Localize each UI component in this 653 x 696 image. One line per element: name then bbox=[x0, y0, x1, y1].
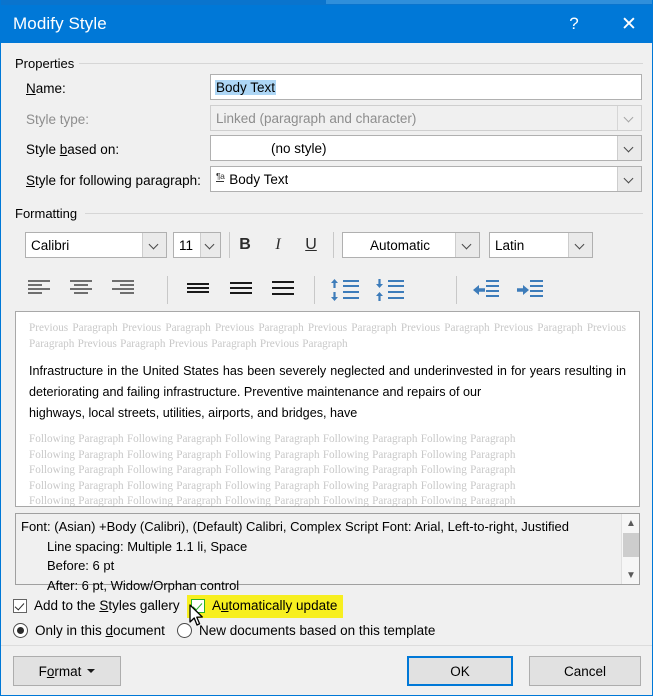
font-family-chevron-down-icon[interactable] bbox=[142, 233, 166, 257]
font-size-dropdown[interactable]: 11 bbox=[173, 232, 221, 258]
only-this-document-radio[interactable]: Only in this document bbox=[13, 623, 165, 638]
format-button-label: Format bbox=[38, 663, 82, 679]
radio-icon[interactable] bbox=[13, 623, 28, 638]
style-following-chevron-down-icon[interactable] bbox=[617, 167, 641, 191]
style-type-chevron-down-icon bbox=[617, 106, 641, 130]
style-based-on-label: Style based on: bbox=[26, 142, 120, 157]
style-type-label: Style type: bbox=[26, 112, 90, 127]
style-based-on-dropdown[interactable]: (no style) bbox=[210, 135, 642, 161]
only-this-document-label: Only in this document bbox=[35, 623, 165, 638]
style-based-on-chevron-down-icon[interactable] bbox=[617, 136, 641, 160]
toolbar-divider-2 bbox=[333, 232, 334, 258]
italic-button[interactable]: I bbox=[264, 232, 292, 258]
increase-line-spacing-icon[interactable] bbox=[329, 279, 359, 301]
desc-line-2: Line spacing: Multiple 1.1 li, Space bbox=[47, 538, 248, 554]
preview-following-paragraph-line: Following Paragraph Following Paragraph … bbox=[29, 495, 516, 507]
style-type-dropdown: Linked (paragraph and character) bbox=[210, 105, 642, 131]
mouse-cursor bbox=[189, 604, 203, 626]
add-to-gallery-checkbox[interactable]: Add to the Styles gallery bbox=[13, 598, 180, 613]
formatting-group-label: Formatting bbox=[11, 206, 82, 221]
preview-following-paragraph-line: Following Paragraph Following Paragraph … bbox=[29, 433, 516, 445]
justify-low-icon[interactable] bbox=[187, 283, 209, 301]
add-to-gallery-label: Add to the Styles gallery bbox=[34, 598, 180, 613]
help-icon[interactable]: ? bbox=[551, 5, 597, 43]
justify-high-icon[interactable] bbox=[272, 281, 294, 299]
close-icon[interactable]: ✕ bbox=[606, 5, 652, 43]
bold-button[interactable]: B bbox=[231, 232, 259, 258]
style-following-label: Style for following paragraph: bbox=[26, 173, 201, 188]
preview-sample-text: Infrastructure in the United States has … bbox=[29, 364, 626, 399]
auto-update-label: Automatically update bbox=[212, 598, 338, 613]
chevron-up-icon[interactable]: ▲ bbox=[622, 514, 640, 532]
toolbar-divider-1 bbox=[229, 232, 230, 258]
formatting-group-divider bbox=[85, 213, 643, 214]
underline-button[interactable]: U bbox=[297, 232, 325, 258]
style-following-value: Body Text bbox=[229, 171, 289, 187]
font-size-chevron-down-icon[interactable] bbox=[200, 233, 220, 257]
preview-following-paragraph-line: Following Paragraph Following Paragraph … bbox=[29, 464, 516, 476]
desc-line-4: After: 6 pt, Widow/Orphan control bbox=[47, 577, 240, 593]
preview-following-paragraph-line: Following Paragraph Following Paragraph … bbox=[29, 479, 516, 492]
properties-group-divider bbox=[79, 63, 643, 64]
preview-sample-paragraph: Infrastructure in the United States has … bbox=[29, 361, 626, 424]
properties-group-label: Properties bbox=[11, 56, 79, 71]
chevron-down-icon[interactable]: ▼ bbox=[622, 566, 640, 584]
style-following-dropdown[interactable]: ¶a Body Text bbox=[210, 166, 642, 192]
style-type-value: Linked (paragraph and character) bbox=[216, 110, 417, 126]
style-based-on-value: (no style) bbox=[271, 140, 327, 156]
paragraph-character-style-icon: ¶a bbox=[216, 170, 225, 182]
checkbox-icon[interactable] bbox=[13, 598, 27, 613]
align-center-icon[interactable] bbox=[70, 280, 92, 298]
bottom-bar-divider bbox=[1, 645, 652, 646]
ok-button[interactable]: OK bbox=[407, 656, 513, 686]
description-scrollbar[interactable]: ▲ ▼ bbox=[621, 514, 639, 584]
increase-indent-icon[interactable] bbox=[517, 280, 543, 300]
cancel-button[interactable]: Cancel bbox=[529, 656, 641, 686]
preview-previous-paragraph: Previous Paragraph Previous Paragraph Pr… bbox=[29, 322, 626, 350]
preview-sample-text-lastline: highways, local streets, utilities, airp… bbox=[29, 406, 358, 420]
toolbar-divider-4 bbox=[314, 276, 315, 304]
script-dropdown[interactable]: Latin bbox=[489, 232, 593, 258]
dialog-title: Modify Style bbox=[13, 14, 107, 33]
style-description-text: Font: (Asian) +Body (Calibri), (Default)… bbox=[21, 517, 615, 595]
font-color-chevron-down-icon[interactable] bbox=[455, 233, 479, 257]
new-documents-radio[interactable]: New documents based on this template bbox=[177, 623, 435, 638]
desc-line-1: Font: (Asian) +Body (Calibri), (Default)… bbox=[21, 519, 569, 534]
chevron-down-icon bbox=[87, 669, 96, 673]
font-size-value: 11 bbox=[179, 237, 194, 253]
font-color-dropdown[interactable]: Automatic bbox=[342, 232, 480, 258]
name-input-value: Body Text bbox=[215, 79, 277, 95]
decrease-line-spacing-icon[interactable] bbox=[374, 279, 404, 301]
script-chevron-down-icon[interactable] bbox=[568, 233, 592, 257]
format-button[interactable]: Format bbox=[13, 656, 121, 686]
preview-following-paragraphs: Following Paragraph Following Paragraph … bbox=[29, 432, 626, 507]
align-right-icon[interactable] bbox=[112, 280, 134, 298]
toolbar-divider-3 bbox=[167, 276, 168, 304]
toolbar-divider-5 bbox=[456, 276, 457, 304]
name-label: Name: bbox=[26, 81, 66, 96]
modify-style-dialog: Modify Style ? ✕ Properties Name: Body T… bbox=[0, 0, 653, 696]
dialog-title-bar[interactable]: Modify Style ? ✕ bbox=[1, 5, 652, 43]
new-documents-label: New documents based on this template bbox=[199, 623, 436, 638]
scrollbar-thumb[interactable] bbox=[623, 533, 639, 557]
preview-following-paragraph-line: Following Paragraph Following Paragraph … bbox=[29, 448, 516, 461]
decrease-indent-icon[interactable] bbox=[473, 280, 499, 300]
align-left-icon[interactable] bbox=[28, 280, 50, 298]
script-value: Latin bbox=[495, 237, 525, 253]
auto-update-checkbox[interactable]: Automatically update bbox=[191, 598, 337, 613]
font-family-value: Calibri bbox=[31, 237, 70, 253]
desc-line-3: Before: 6 pt bbox=[47, 558, 115, 573]
font-family-dropdown[interactable]: Calibri bbox=[25, 232, 167, 258]
name-input[interactable]: Body Text bbox=[210, 74, 642, 100]
style-description-box: Font: (Asian) +Body (Calibri), (Default)… bbox=[15, 513, 640, 593]
justify-medium-icon[interactable] bbox=[230, 282, 252, 300]
style-preview-pane: Previous Paragraph Previous Paragraph Pr… bbox=[15, 311, 640, 507]
